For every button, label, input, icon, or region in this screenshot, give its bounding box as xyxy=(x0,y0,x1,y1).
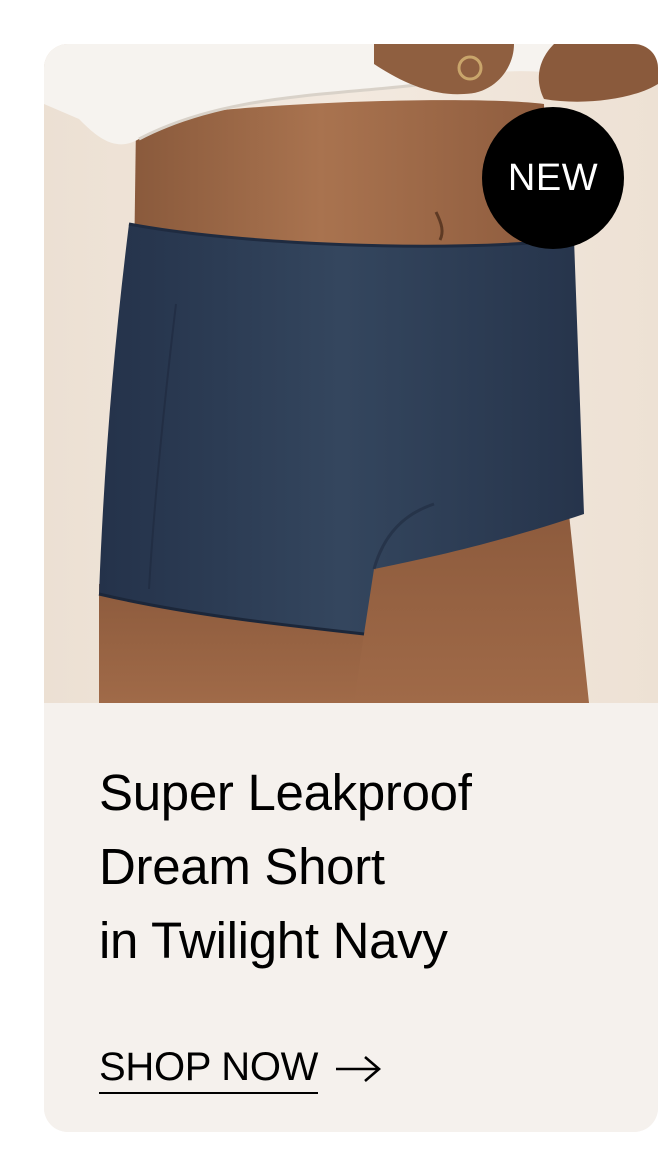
product-title[interactable]: Super Leakproof Dream Short in Twilight … xyxy=(99,756,619,978)
shop-now-link[interactable]: SHOP NOW xyxy=(99,1043,382,1094)
shop-now-label: SHOP NOW xyxy=(99,1043,318,1094)
product-image[interactable]: NEW xyxy=(44,44,658,703)
product-title-line-1: Super Leakproof xyxy=(99,764,472,821)
new-badge: NEW xyxy=(482,107,624,249)
arrow-right-icon xyxy=(336,1055,382,1082)
product-info: Super Leakproof Dream Short in Twilight … xyxy=(44,703,658,1132)
product-card[interactable]: NEW Super Leakproof Dream Short in Twili… xyxy=(44,44,658,1132)
product-title-line-2: Dream Short xyxy=(99,838,385,895)
product-title-line-3: in Twilight Navy xyxy=(99,912,448,969)
